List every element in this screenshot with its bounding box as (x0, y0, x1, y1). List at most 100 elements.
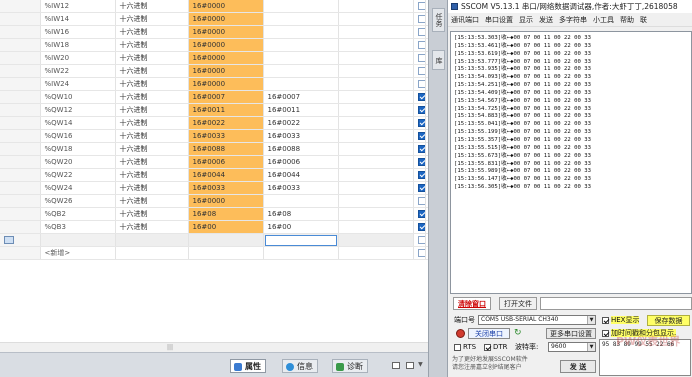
display-format-cell[interactable]: 十六进制 (115, 194, 189, 208)
close-port-button[interactable]: 关闭串口 (468, 328, 510, 339)
modify-enable-cell[interactable] (412, 12, 426, 26)
modify-enable-cell[interactable] (412, 77, 426, 91)
address-cell[interactable] (40, 233, 116, 247)
comment-cell[interactable] (338, 25, 414, 39)
address-cell[interactable]: %IW24 (40, 77, 116, 91)
address-cell[interactable]: %IW20 (40, 51, 116, 65)
display-format-cell[interactable]: 十六进制 (115, 51, 189, 65)
modify-enable-cell[interactable] (412, 142, 426, 156)
modify-value-cell[interactable] (263, 0, 339, 13)
table-row[interactable]: %QB3 十六进制 16#00 16#00 (0, 220, 450, 234)
modify-value-cell[interactable] (263, 64, 339, 78)
modify-value-cell[interactable]: 16#00 (263, 220, 339, 234)
display-format-cell[interactable]: 十六进制 (115, 103, 189, 117)
comment-cell[interactable] (338, 220, 414, 234)
checkbox-icon[interactable] (417, 93, 424, 101)
refresh-icon[interactable]: ↻ (514, 328, 522, 339)
menu-item[interactable]: 发送 (536, 13, 556, 26)
modify-value-cell[interactable] (263, 77, 339, 91)
display-format-cell[interactable]: 十六进制 (115, 142, 189, 156)
save-data-button[interactable]: 保存数据 (647, 315, 690, 326)
modify-enable-cell[interactable] (412, 0, 426, 13)
modify-value-input[interactable] (264, 234, 337, 246)
display-format-cell[interactable]: 十六进制 (115, 90, 189, 104)
menu-item[interactable]: 多字符串 (556, 13, 590, 26)
checkbox-icon[interactable] (417, 210, 424, 218)
modify-value-cell[interactable] (263, 194, 339, 208)
modify-value-cell[interactable]: 16#08 (263, 207, 339, 221)
table-row[interactable]: %QW16 十六进制 16#0033 16#0033 (0, 129, 450, 143)
modify-value-cell[interactable]: 16#0022 (263, 116, 339, 130)
checkbox-icon[interactable] (417, 158, 424, 166)
display-format-cell[interactable]: 十六进制 (115, 38, 189, 52)
horizontal-scrollbar[interactable]: ||| (0, 342, 428, 352)
send-button[interactable]: 发 送 (560, 360, 596, 373)
menu-item[interactable]: 串口设置 (482, 13, 516, 26)
comment-cell[interactable] (338, 103, 414, 117)
modify-enable-cell[interactable] (412, 207, 426, 221)
address-cell[interactable]: %QB3 (40, 220, 116, 234)
display-format-cell[interactable]: 十六进制 (115, 77, 189, 91)
address-cell[interactable]: %QW10 (40, 90, 116, 104)
tab-tasks[interactable]: 任务 (432, 8, 445, 32)
checkbox-icon[interactable] (417, 15, 424, 23)
checkbox-icon[interactable] (417, 106, 424, 114)
modify-value-cell[interactable] (263, 51, 339, 65)
clear-window-button[interactable]: 清除窗口 (453, 297, 491, 310)
hex-display-checkbox[interactable]: HEX显示 (602, 315, 640, 325)
table-row[interactable]: %IW12 十六进制 16#0000 (0, 0, 450, 13)
comment-cell[interactable] (338, 181, 414, 195)
table-row[interactable]: %QB2 十六进制 16#08 16#08 (0, 207, 450, 221)
display-format-cell[interactable]: 十六进制 (115, 64, 189, 78)
modify-value-cell[interactable]: 16#0044 (263, 168, 339, 182)
modify-enable-cell[interactable] (412, 103, 426, 117)
address-cell[interactable]: %QW12 (40, 103, 116, 117)
table-row-new[interactable]: <新增> (0, 246, 450, 260)
modify-enable-cell[interactable] (412, 246, 426, 260)
table-row-empty[interactable] (0, 233, 450, 247)
dtr-checkbox[interactable]: DTR (484, 342, 508, 352)
address-cell[interactable]: %IW18 (40, 38, 116, 52)
table-row[interactable]: %IW20 十六进制 16#0000 (0, 51, 450, 65)
checkbox-icon[interactable] (417, 80, 424, 88)
table-row[interactable]: %QW20 十六进制 16#0006 16#0006 (0, 155, 450, 169)
display-format-cell[interactable]: 十六进制 (115, 181, 189, 195)
modify-enable-cell[interactable] (412, 116, 426, 130)
baud-select[interactable]: 9600 ▼ (548, 342, 596, 352)
table-row[interactable]: %QW12 十六进制 16#0011 16#0011 (0, 103, 450, 117)
table-row[interactable]: %QW26 十六进制 16#0000 (0, 194, 450, 208)
modify-value-cell[interactable] (263, 25, 339, 39)
checkbox-icon[interactable] (417, 249, 424, 257)
modify-enable-cell[interactable] (412, 181, 426, 195)
checkbox-icon[interactable] (417, 67, 424, 75)
menu-item[interactable]: 通讯端口 (448, 13, 482, 26)
window-title-bar[interactable]: SSCOM V5.13.1 串口/网络数据调试器,作者:大虾丁丁,2618058 (448, 0, 692, 13)
checkbox-icon[interactable] (417, 119, 424, 127)
address-cell[interactable]: %QW22 (40, 168, 116, 182)
modify-enable-cell[interactable] (412, 129, 426, 143)
tab-info[interactable]: 信息 (282, 359, 318, 373)
display-format-cell[interactable]: 十六进制 (115, 0, 189, 13)
restore-icon[interactable] (405, 362, 414, 369)
display-format-cell[interactable]: 十六进制 (115, 207, 189, 221)
comment-cell[interactable] (338, 64, 414, 78)
comment-cell[interactable] (338, 129, 414, 143)
modify-enable-cell[interactable] (412, 51, 426, 65)
modify-enable-cell[interactable] (412, 194, 426, 208)
comment-cell[interactable] (338, 12, 414, 26)
address-cell[interactable]: %QW26 (40, 194, 116, 208)
address-cell[interactable]: %IW14 (40, 12, 116, 26)
modify-enable-cell[interactable] (412, 90, 426, 104)
receive-output-area[interactable]: [15:13:53.303]收←◆00 07 00 11 00 22 00 33… (450, 31, 692, 294)
modify-value-cell[interactable]: 16#0011 (263, 103, 339, 117)
window-layout-icon[interactable] (392, 362, 400, 369)
address-cell[interactable]: %QW16 (40, 129, 116, 143)
scroll-grip-icon[interactable]: ||| (160, 345, 180, 351)
modify-enable-cell[interactable] (412, 233, 426, 247)
menu-item[interactable]: 帮助 (617, 13, 637, 26)
tab-diagnostics[interactable]: 诊断 (332, 359, 368, 373)
modify-value-cell[interactable] (263, 233, 339, 247)
checkbox-icon[interactable] (417, 236, 424, 244)
modify-value-cell[interactable]: 16#0033 (263, 129, 339, 143)
port-select[interactable]: COM5 USB-SERIAL CH340 ▼ (478, 315, 596, 325)
